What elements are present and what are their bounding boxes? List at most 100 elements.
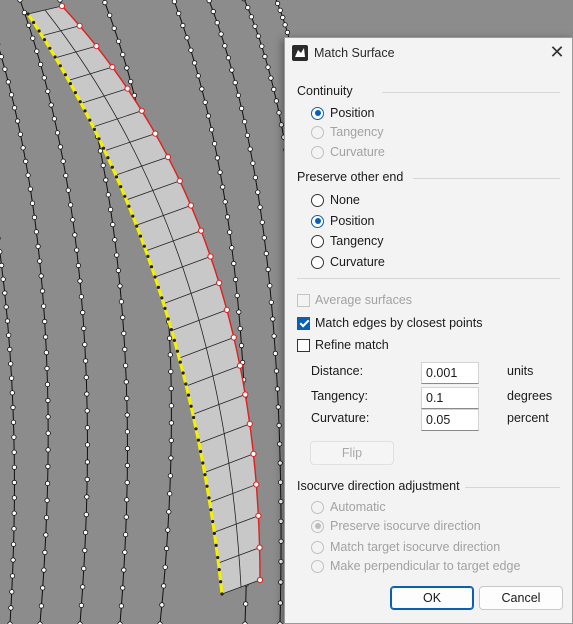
- selected-edge-point: [217, 568, 221, 572]
- control-point: [124, 429, 131, 435]
- average-surfaces-checkbox[interactable]: Average surfaces: [297, 291, 412, 309]
- control-point: [167, 335, 173, 341]
- isocurve-perpendicular-radio[interactable]: Make perpendicular to target edge: [311, 557, 520, 575]
- target-edge-point: [223, 306, 230, 313]
- control-point: [11, 526, 17, 532]
- control-point: [8, 92, 15, 98]
- ok-button[interactable]: OK: [390, 586, 474, 610]
- close-icon[interactable]: ✕: [546, 41, 568, 63]
- control-point: [5, 79, 11, 85]
- control-point: [84, 391, 90, 397]
- isocurve-preserve-radio[interactable]: Preserve isocurve direction: [311, 517, 481, 535]
- cancel-button[interactable]: Cancel: [479, 586, 563, 610]
- control-point: [9, 390, 15, 396]
- control-point: [108, 207, 114, 213]
- control-point: [231, 260, 237, 267]
- match-edges-checkbox[interactable]: Match edges by closest points: [297, 314, 482, 332]
- selected-edge-point: [78, 100, 82, 104]
- control-point: [277, 600, 283, 606]
- control-point: [159, 602, 165, 608]
- selected-edge-point: [63, 73, 67, 77]
- selected-edge-point: [163, 306, 167, 310]
- preserve-curvature-radio[interactable]: Curvature: [311, 253, 385, 271]
- continuity-tangency-radio[interactable]: Tangency: [311, 123, 384, 141]
- flip-button[interactable]: Flip: [310, 441, 394, 465]
- control-point: [232, 80, 238, 86]
- control-point: [277, 479, 284, 485]
- control-point: [267, 283, 273, 289]
- control-point: [33, 229, 40, 235]
- selected-edge-point: [142, 244, 146, 248]
- selected-edge-point: [83, 109, 87, 113]
- radio-icon: [311, 234, 324, 248]
- continuity-position-radio[interactable]: Position: [311, 104, 374, 122]
- curvature-field[interactable]: [421, 409, 479, 431]
- target-edge-point: [109, 64, 116, 71]
- control-point: [78, 294, 85, 300]
- control-point: [271, 333, 277, 339]
- selected-edge-point: [207, 496, 211, 500]
- control-point: [271, 86, 277, 93]
- distance-unit: units: [507, 364, 534, 378]
- control-point: [37, 258, 43, 264]
- target-edge-point: [246, 420, 253, 427]
- control-point: [115, 267, 122, 274]
- control-point: [45, 430, 51, 436]
- control-point: [83, 374, 89, 380]
- preserve-position-radio[interactable]: Position: [311, 212, 374, 230]
- control-point: [43, 349, 50, 356]
- control-point: [72, 232, 78, 238]
- control-point: [9, 375, 15, 381]
- preserve-tangency-radio[interactable]: Tangency: [311, 232, 384, 250]
- selected-edge-point: [214, 543, 218, 548]
- control-point: [57, 0, 63, 3]
- control-point: [83, 529, 89, 536]
- control-point: [0, 249, 3, 255]
- target-edge-point: [242, 391, 249, 398]
- control-point: [29, 200, 36, 206]
- control-point: [42, 334, 49, 340]
- control-point: [9, 573, 16, 579]
- control-point: [40, 585, 46, 591]
- control-point: [274, 386, 281, 392]
- selected-edge-point: [88, 118, 92, 122]
- control-point: [15, 118, 21, 124]
- continuity-curvature-radio[interactable]: Curvature: [311, 143, 385, 161]
- control-point: [42, 318, 48, 325]
- selected-edge-point: [178, 360, 182, 364]
- target-edge-point: [187, 202, 194, 209]
- selected-edge-point: [123, 194, 127, 198]
- distance-field[interactable]: [421, 362, 479, 384]
- dialog-titlebar[interactable]: Match Surface ✕: [285, 38, 572, 68]
- control-point: [243, 601, 249, 607]
- selected-edge-point: [220, 592, 224, 596]
- isocurve-automatic-radio[interactable]: Automatic: [311, 498, 386, 516]
- control-point: [237, 325, 243, 332]
- divider: [465, 487, 560, 488]
- selected-edge-point: [194, 427, 198, 431]
- tangency-field[interactable]: [421, 387, 479, 409]
- preserve-none-radio[interactable]: None: [311, 191, 360, 209]
- control-point: [278, 558, 284, 565]
- control-point: [10, 404, 16, 411]
- control-point: [265, 64, 271, 70]
- control-point: [277, 460, 283, 466]
- radio-icon: [311, 255, 324, 269]
- control-point: [80, 309, 86, 316]
- isocurve-match-target-radio[interactable]: Match target isocurve direction: [311, 538, 500, 556]
- control-point: [166, 509, 172, 515]
- control-point: [38, 273, 44, 279]
- target-edge-point: [207, 253, 214, 260]
- target-edge-point: [152, 130, 159, 137]
- control-point: [209, 127, 215, 133]
- radio-icon: [311, 125, 324, 139]
- control-point: [229, 67, 235, 73]
- refine-match-checkbox[interactable]: Refine match: [297, 336, 389, 354]
- control-point: [212, 141, 218, 147]
- control-point: [11, 449, 17, 455]
- control-point: [176, 10, 182, 16]
- control-point: [34, 48, 40, 54]
- control-point: [31, 214, 38, 220]
- selected-edge-point: [73, 91, 77, 95]
- control-point: [8, 361, 14, 367]
